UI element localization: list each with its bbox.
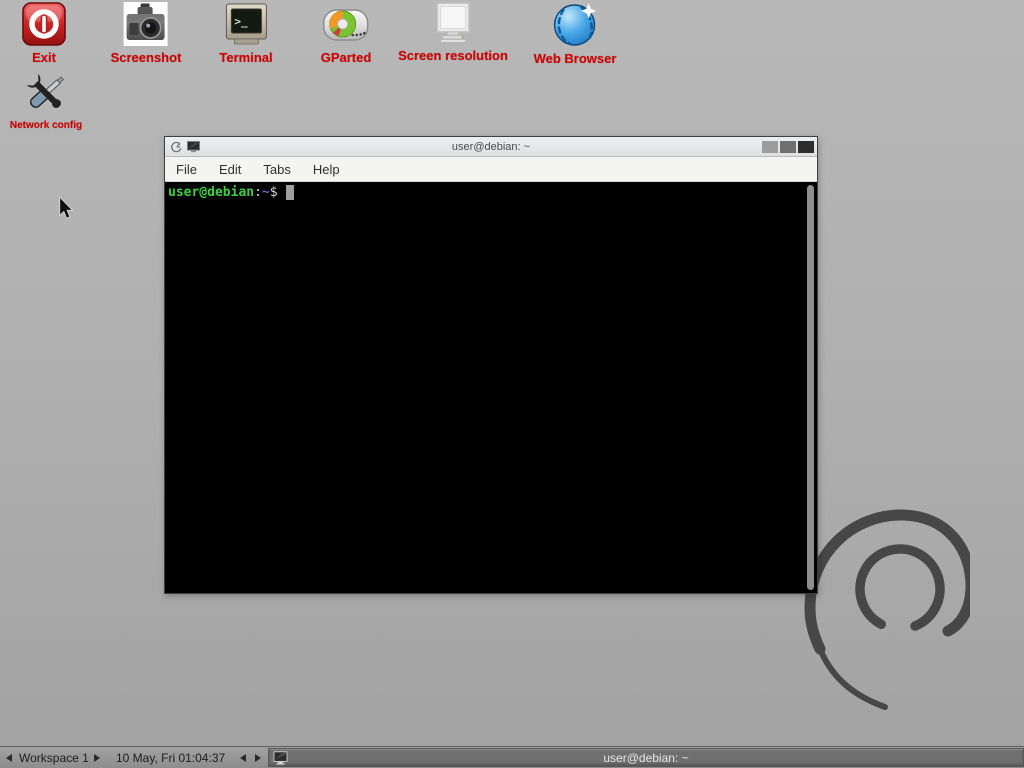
- taskbar-clock: 10 May, Fri 01:04:37: [116, 747, 225, 768]
- desktop-icon-screen-resolution[interactable]: Screen resolution: [398, 2, 508, 63]
- menu-edit[interactable]: Edit: [219, 162, 241, 177]
- camera-icon: [123, 2, 169, 46]
- icon-label: Screen resolution: [398, 48, 508, 63]
- desktop-icon-web-browser[interactable]: Web Browser: [534, 1, 617, 66]
- globe-icon: [552, 1, 598, 47]
- window-title: user@debian: ~: [165, 141, 817, 153]
- prompt-path: ~: [262, 185, 270, 200]
- terminal-content[interactable]: user@debian:~$: [165, 182, 817, 593]
- icon-label: GParted: [321, 50, 372, 65]
- icon-label: Web Browser: [534, 51, 617, 66]
- debian-swirl-window-icon: [170, 141, 182, 153]
- terminal-window-icon: [187, 141, 200, 153]
- workspace-label: Workspace 1: [19, 747, 89, 768]
- window-titlebar[interactable]: user@debian: ~: [165, 137, 817, 157]
- desktop-icon-gparted[interactable]: GParted: [321, 4, 372, 65]
- menu-bar: File Edit Tabs Help: [165, 157, 817, 182]
- crt-terminal-icon: >_: [223, 2, 269, 46]
- desktop-icon-network-config[interactable]: Network config: [10, 70, 82, 131]
- task-button-terminal[interactable]: user@debian: ~: [268, 748, 1024, 767]
- prompt-symbol: $: [270, 185, 278, 200]
- prompt-user-host: user@debian: [168, 185, 254, 200]
- icon-label: Network config: [10, 120, 82, 131]
- power-icon: [22, 2, 66, 46]
- monitor-icon: [431, 2, 475, 44]
- tasklist-prev-arrow[interactable]: [240, 747, 246, 768]
- icon-label: Screenshot: [111, 50, 182, 65]
- terminal-cursor: [286, 185, 294, 200]
- tasklist-next-arrow[interactable]: [255, 747, 261, 768]
- svg-text:>_: >_: [234, 15, 248, 28]
- close-button[interactable]: [798, 141, 814, 153]
- desktop-icon-exit[interactable]: Exit: [22, 2, 66, 65]
- minimize-button[interactable]: [762, 141, 778, 153]
- menu-tabs[interactable]: Tabs: [263, 162, 290, 177]
- desktop-icon-screenshot[interactable]: Screenshot: [111, 2, 182, 65]
- disk-partition-icon: [322, 4, 370, 46]
- mouse-cursor: [57, 196, 75, 220]
- task-monitor-icon: [273, 751, 288, 765]
- taskbar: Workspace 1 10 May, Fri 01:04:37 user@de…: [0, 746, 1024, 768]
- prompt-line: user@debian:~$: [168, 185, 817, 200]
- task-button-title: user@debian: ~: [269, 751, 1023, 765]
- terminal-scrollbar[interactable]: [805, 184, 816, 591]
- menu-help[interactable]: Help: [313, 162, 340, 177]
- maximize-button[interactable]: [780, 141, 796, 153]
- scrollbar-thumb[interactable]: [807, 185, 814, 590]
- workspace-prev-arrow[interactable]: [6, 747, 12, 768]
- terminal-window: user@debian: ~ File Edit Tabs Help user@…: [164, 136, 818, 594]
- desktop-icon-terminal[interactable]: >_ Terminal: [219, 2, 272, 65]
- menu-file[interactable]: File: [176, 162, 197, 177]
- icon-label: Terminal: [219, 50, 272, 65]
- network-tools-icon: [23, 70, 69, 116]
- icon-label: Exit: [22, 50, 66, 65]
- prompt-separator: :: [254, 185, 262, 200]
- workspace-next-arrow[interactable]: [94, 747, 100, 768]
